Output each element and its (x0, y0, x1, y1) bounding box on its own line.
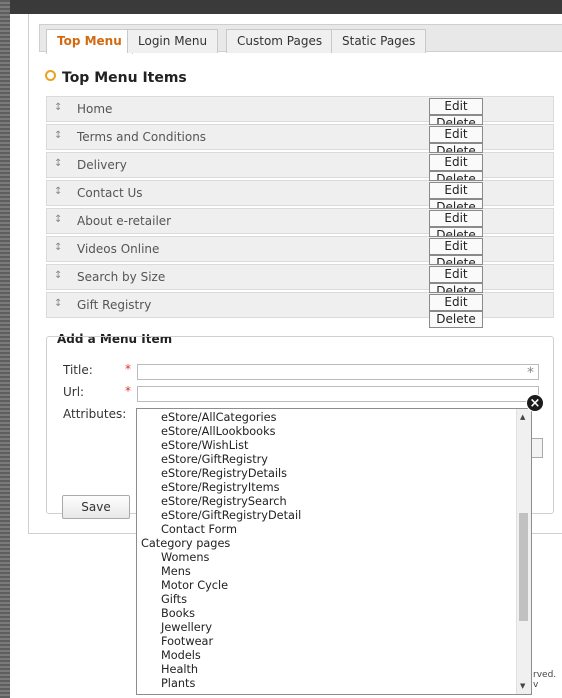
menu-item-label: Delivery (77, 158, 127, 172)
edit-button[interactable]: Edit (429, 266, 483, 283)
close-icon[interactable]: × (526, 394, 544, 412)
url-required-mark: * (125, 384, 131, 398)
dropdown-option[interactable]: Category pages (141, 537, 511, 551)
drag-handle-icon[interactable]: ↕ (54, 102, 62, 113)
menu-item-row[interactable]: ↕ Gift Registry Edit Delete (46, 292, 554, 328)
delete-button[interactable]: Delete (429, 199, 483, 209)
menu-item-label: Videos Online (77, 242, 160, 256)
tab-custom-pages[interactable]: Custom Pages (226, 29, 334, 53)
section-title-text: Top Menu Items (62, 70, 187, 86)
attributes-dropdown-list[interactable]: eStore/AllCategories eStore/AllLookbooks e… (136, 408, 532, 695)
dropdown-scrollbar[interactable]: ▲ ▼ (516, 409, 531, 694)
dropdown-option[interactable]: eStore/WishList (141, 439, 511, 453)
menu-item-label: Gift Registry (77, 298, 152, 312)
dropdown-option[interactable]: Plants (141, 677, 511, 691)
drag-handle-icon[interactable]: ↕ (54, 298, 62, 309)
menu-item-row[interactable]: ↕ About e-retailer Edit Delete (46, 208, 554, 237)
delete-button[interactable]: Delete (429, 115, 483, 125)
footer-copyright-fragment: rved. v (533, 670, 557, 690)
dropdown-option[interactable]: eStore/AllLookbooks (141, 425, 511, 439)
tab-top-menu[interactable]: Top Menu (46, 29, 133, 54)
edit-button[interactable]: Edit (429, 294, 483, 311)
title-field-asterisk-icon: * (527, 365, 534, 381)
menu-item-label: Home (77, 102, 113, 116)
drag-handle-icon[interactable]: ↕ (54, 214, 62, 225)
window-top-bar (0, 0, 562, 14)
menu-item-label: Search by Size (77, 270, 166, 284)
left-border (0, 0, 10, 698)
menu-items-list: ↕ Home Edit Delete ↕ Terms and Conditions Edit… (46, 96, 554, 328)
drag-handle-icon[interactable]: ↕ (54, 130, 62, 141)
drag-handle-icon[interactable]: ↕ (54, 242, 62, 253)
edit-button[interactable]: Edit (429, 154, 483, 171)
dropdown-option[interactable]: eStore/RegistryItems (141, 481, 511, 495)
menu-item-row[interactable]: ↕ Search by Size Edit Delete (46, 264, 554, 293)
drag-handle-icon[interactable]: ↕ (54, 186, 62, 197)
menu-item-label: About e-retailer (77, 214, 172, 228)
page: Top Menu Login Menu Custom Pages Static … (10, 14, 562, 698)
dropdown-option[interactable]: Gifts (141, 593, 511, 607)
menu-item-row[interactable]: ↕ Contact Us Edit Delete (46, 180, 554, 209)
url-input[interactable] (137, 386, 539, 402)
dropdown-options: eStore/AllCategories eStore/AllLookbooks e… (141, 411, 511, 691)
dropdown-option[interactable]: eStore/RegistrySearch (141, 495, 511, 509)
dropdown-option[interactable]: Books (141, 607, 511, 621)
dropdown-option[interactable]: eStore/AllCategories (141, 411, 511, 425)
edit-button[interactable]: Edit (429, 126, 483, 143)
delete-button[interactable]: Delete (429, 311, 483, 328)
tab-login-menu[interactable]: Login Menu (127, 29, 219, 53)
menu-item-row[interactable]: ↕ Videos Online Edit Delete (46, 236, 554, 265)
delete-button[interactable]: Delete (429, 283, 483, 293)
menu-item-row[interactable]: ↕ Terms and Conditions Edit Delete (46, 124, 554, 153)
title-label: Title: (63, 363, 93, 377)
title-input[interactable] (137, 364, 539, 380)
menu-item-label: Contact Us (77, 186, 143, 200)
menu-item-row[interactable]: ↕ Delivery Edit Delete (46, 152, 554, 181)
tab-static-pages[interactable]: Static Pages (331, 29, 427, 53)
dropdown-option[interactable]: Models (141, 649, 511, 663)
dropdown-option[interactable]: Motor Cycle (141, 579, 511, 593)
scroll-up-arrow-icon[interactable]: ▲ (520, 413, 525, 421)
delete-button[interactable]: Delete (429, 227, 483, 237)
save-button[interactable]: Save (62, 495, 130, 519)
title-required-mark: * (125, 362, 131, 376)
circle-bullet-icon (45, 70, 56, 81)
menu-item-label: Terms and Conditions (77, 130, 207, 144)
dropdown-option[interactable]: Mens (141, 565, 511, 579)
delete-button[interactable]: Delete (429, 171, 483, 181)
url-label: Url: (63, 385, 85, 399)
delete-button[interactable]: Delete (429, 255, 483, 265)
menu-item-row[interactable]: ↕ Home Edit Delete (46, 96, 554, 125)
dropdown-option[interactable]: eStore/GiftRegistry (141, 453, 511, 467)
scrollbar-thumb[interactable] (519, 513, 528, 621)
dropdown-option[interactable]: Jewellery (141, 621, 511, 635)
section-title: Top Menu Items (45, 70, 187, 86)
edit-button[interactable]: Edit (429, 98, 483, 115)
drag-handle-icon[interactable]: ↕ (54, 158, 62, 169)
tab-bar: Top Menu Login Menu Custom Pages Static … (39, 24, 562, 54)
attributes-label: Attributes: (63, 407, 127, 421)
drag-handle-icon[interactable]: ↕ (54, 270, 62, 281)
dropdown-option[interactable]: Footwear (141, 635, 511, 649)
scroll-down-arrow-icon[interactable]: ▼ (520, 682, 525, 690)
edit-button[interactable]: Edit (429, 238, 483, 255)
edit-button[interactable]: Edit (429, 210, 483, 227)
dropdown-option[interactable]: eStore/RegistryDetails (141, 467, 511, 481)
dropdown-option[interactable]: Health (141, 663, 511, 677)
dropdown-option[interactable]: Womens (141, 551, 511, 565)
delete-button[interactable]: Delete (429, 143, 483, 153)
dropdown-option[interactable]: Contact Form (141, 523, 511, 537)
dropdown-option[interactable]: eStore/GiftRegistryDetail (141, 509, 511, 523)
edit-button[interactable]: Edit (429, 182, 483, 199)
